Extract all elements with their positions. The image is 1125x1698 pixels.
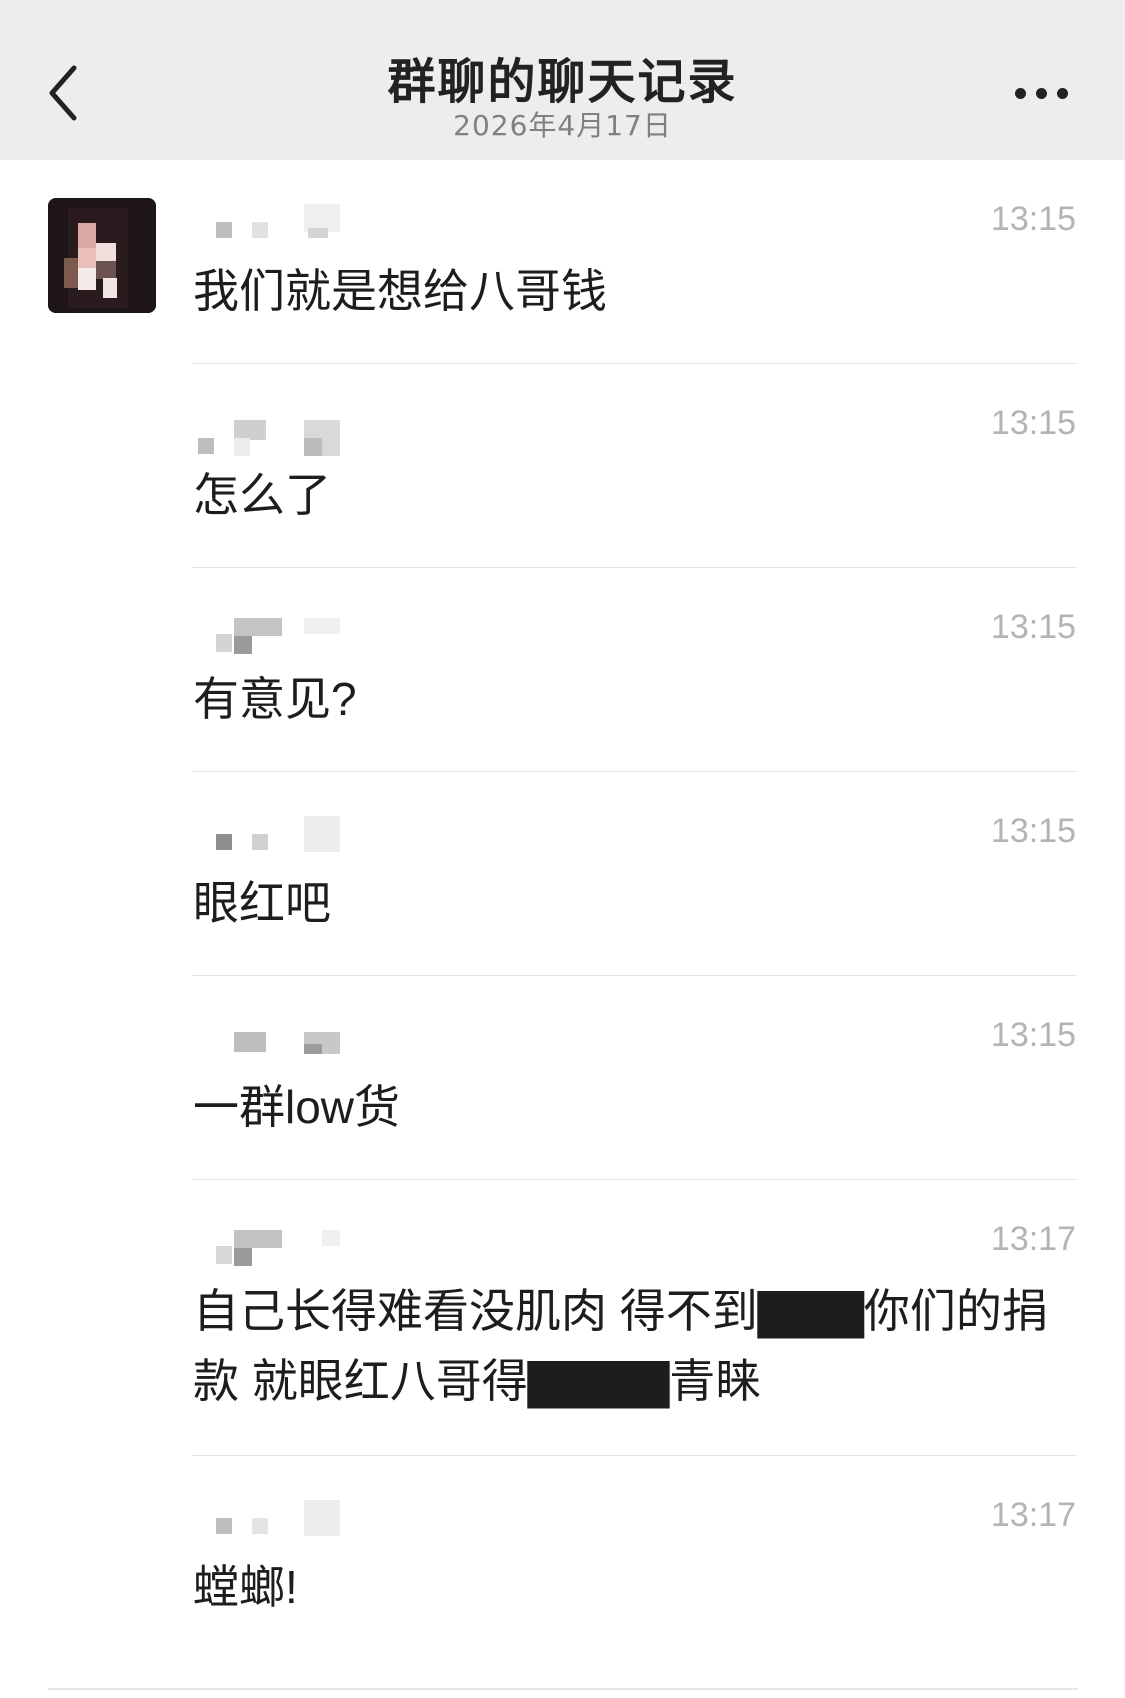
more-dots-icon: [1015, 88, 1026, 99]
chat-date: 2026年4月17日: [453, 109, 672, 142]
message-time: 13:15: [990, 812, 1076, 850]
divider: [192, 1455, 1077, 1456]
page-title: 群聊的聊天记录: [387, 54, 738, 110]
divider: [192, 1179, 1077, 1180]
more-button[interactable]: [1005, 78, 1085, 108]
message-time: 13:15: [990, 200, 1076, 238]
chat-message[interactable]: 13:17 螳螂!: [0, 1494, 1125, 1698]
message-text: 有意见?: [193, 673, 357, 725]
divider: [192, 975, 1077, 976]
message-text: 一群low货: [193, 1081, 401, 1133]
sender-name-redacted: [192, 1500, 352, 1548]
sender-name-redacted: [192, 408, 352, 456]
nav-bar: 群聊的聊天记录 2026年4月17日: [0, 0, 1125, 160]
chat-message[interactable]: 13:15 怎么了: [0, 402, 1125, 606]
message-text: 自己长得难看没肌肉 得不到▇▇▇你们的捐款 就眼红八哥得▇▇▇▇青睐: [193, 1285, 1048, 1407]
sender-name-redacted: [192, 1224, 352, 1272]
message-time: 13:17: [990, 1220, 1076, 1258]
chat-message[interactable]: 13:17 自己长得难看没肌肉 得不到▇▇▇你们的捐款 就眼红八哥得▇▇▇▇青睐: [0, 1218, 1125, 1422]
divider: [192, 567, 1077, 568]
message-time: 13:15: [990, 404, 1076, 442]
sender-name-redacted: [192, 612, 352, 660]
message-text: 眼红吧: [193, 877, 331, 929]
divider: [192, 771, 1077, 772]
chat-message[interactable]: 13:15 有意见?: [0, 606, 1125, 810]
divider: [192, 363, 1077, 364]
sender-name-redacted: [192, 1020, 352, 1068]
message-time: 13:17: [990, 1496, 1076, 1534]
message-text: 怎么了: [193, 469, 331, 521]
message-text: 螳螂!: [193, 1561, 298, 1613]
chat-message[interactable]: 13:15 一群low货: [0, 1014, 1125, 1218]
message-time: 13:15: [990, 1016, 1076, 1054]
message-time: 13:15: [990, 608, 1076, 646]
sender-name-redacted: [192, 204, 352, 252]
sender-name-redacted: [192, 816, 352, 864]
chat-message[interactable]: 13:15 我们就是想给八哥钱: [0, 198, 1125, 402]
message-text: 我们就是想给八哥钱: [193, 265, 607, 317]
bottom-divider: [48, 1688, 1078, 1690]
chat-message[interactable]: 13:15 眼红吧: [0, 810, 1125, 1014]
